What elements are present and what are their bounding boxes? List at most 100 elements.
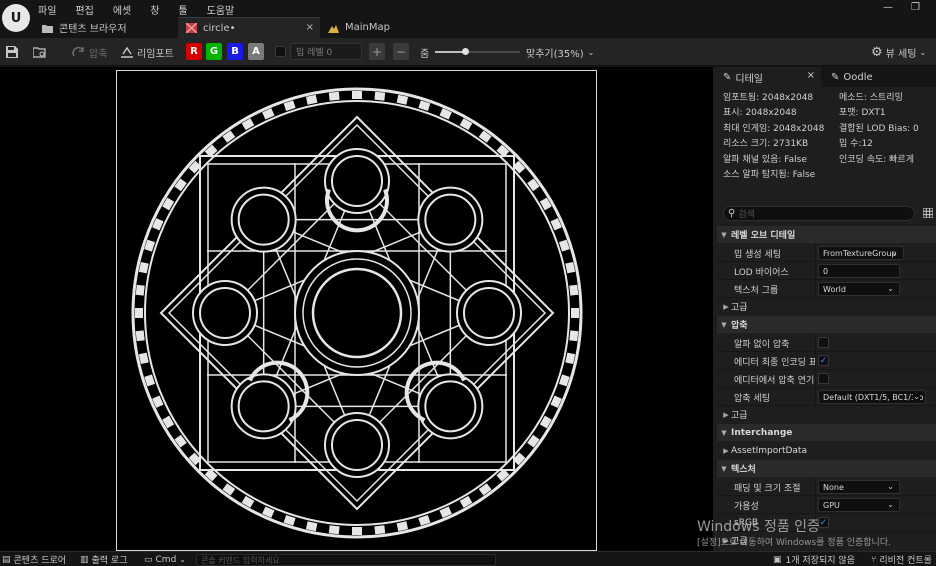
availability-dropdown[interactable]: GPU ⌄ [818, 498, 900, 512]
section-texture[interactable]: ▼ 텍스처 [717, 460, 936, 477]
mip-increase-button[interactable]: + [369, 43, 385, 60]
editor-defer-checkbox[interactable] [818, 373, 829, 384]
section-compression-label: 압축 [731, 321, 748, 331]
revision-control-button[interactable]: ⑂ 리비전 컨트롤 [871, 552, 932, 566]
revision-label: 리비전 컨트롤 [879, 556, 932, 566]
prop-editor-show-final: 에디터 최종 인코딩 표시 ✓ [717, 352, 936, 370]
dropdown-value: FromTextureGroup [823, 248, 897, 258]
pencil-icon: ✎ [723, 71, 732, 83]
mip-level-checkbox[interactable] [275, 46, 286, 57]
section-asset-import-data[interactable]: ▶ AssetImportData [717, 442, 936, 459]
tab-label: circle• [203, 22, 236, 34]
divider [815, 280, 816, 298]
search-placeholder: 검색 [738, 210, 755, 220]
texture-preview [116, 70, 597, 551]
browse-icon[interactable] [33, 46, 47, 58]
tab-oodle[interactable]: ✎ Oodle [825, 67, 935, 87]
section-lod-advanced[interactable]: ▶ 고급 [717, 298, 936, 315]
section-label: 고급 [731, 303, 748, 313]
menu-asset[interactable]: 에셋 [113, 2, 141, 17]
menu-edit[interactable]: 편집 [75, 2, 103, 17]
node-ring [230, 186, 297, 253]
texture-info: 임포트됨: 2048x2048 표시: 2048x2048 최대 인게임: 20… [717, 87, 936, 187]
dropdown-value: None [823, 482, 844, 492]
info-source-alpha: 소스 알파 탐지됨: False [723, 170, 816, 180]
prop-label: 패딩 및 크기 조절 [734, 483, 801, 494]
unreal-logo-icon[interactable]: U [2, 4, 30, 32]
zoom-fit-label: 맞추기(35%) [526, 48, 584, 60]
drawer-icon: ▤ [2, 554, 11, 565]
green-channel-toggle[interactable]: G [206, 43, 222, 60]
zoom-slider-thumb[interactable] [461, 48, 469, 55]
blue-channel-toggle[interactable]: B [227, 43, 243, 60]
section-compression[interactable]: ▼ 압축 [717, 316, 936, 333]
ring-segment [135, 330, 145, 342]
texture-group-dropdown[interactable]: World ⌄ [818, 282, 900, 296]
tab-label: MainMap [345, 22, 390, 33]
save-icon[interactable] [6, 46, 18, 58]
menu-file[interactable]: 파일 [38, 2, 66, 17]
zoom-slider[interactable] [435, 48, 520, 55]
section-lod-label: 레벨 오브 디테일 [731, 231, 796, 241]
menu-window[interactable]: 창 [150, 2, 169, 17]
tab-content-browser[interactable]: 콘텐츠 브라우저 [34, 17, 178, 38]
compress-button[interactable]: 압축 [72, 38, 107, 66]
section-interchange[interactable]: ▼ Interchange [717, 424, 936, 441]
close-icon[interactable]: × [306, 22, 314, 33]
ring-segment [138, 261, 149, 274]
minimize-icon[interactable]: — [883, 2, 893, 13]
prop-label: 텍스처 그룹 [734, 285, 779, 296]
node-ring [324, 148, 390, 214]
section-lod[interactable]: ▼ 레벨 오브 디테일 [717, 226, 936, 243]
mip-level-label: 밉 레벨 0 [296, 48, 333, 58]
editor-show-final-checkbox[interactable]: ✓ [818, 355, 829, 366]
tab-details[interactable]: ✎ 디테일 × [717, 67, 821, 87]
collapsed-arrow-icon: ▶ [723, 302, 729, 311]
console-input[interactable]: 콘솔 커맨드 입력하세요 [196, 554, 496, 566]
alpha-uncompressed-checkbox[interactable] [818, 337, 829, 348]
close-icon[interactable]: × [807, 70, 815, 81]
zoom-slider-fill [435, 51, 465, 53]
chevron-down-icon: ⌄ [887, 284, 894, 293]
reimport-button[interactable]: 리임포트 [120, 38, 174, 66]
details-panel-tabs: ✎ 디테일 × ✎ Oodle [717, 67, 936, 87]
ring-segment [374, 525, 386, 535]
red-channel-toggle[interactable]: R [186, 43, 202, 60]
console-icon: ▭ [144, 554, 153, 565]
unsaved-button[interactable]: ▣ 1개 저장되지 않음 [773, 552, 855, 566]
texture-viewport[interactable] [0, 67, 713, 551]
cmd-dropdown[interactable]: ▭ Cmd ⌄ [144, 552, 186, 566]
chevron-down-icon: ⌄ [887, 500, 894, 509]
info-lod-bias: 결합된 LOD Bias: 0 [839, 124, 919, 134]
expanded-arrow-icon: ▼ [721, 230, 727, 239]
ring-segment [569, 284, 579, 296]
details-search-input[interactable]: ⚲ 검색 [723, 206, 915, 221]
menu-tools[interactable]: 툴 [178, 2, 197, 17]
section-compression-advanced[interactable]: ▶ 고급 [717, 406, 936, 423]
search-icon: ⚲ [728, 208, 736, 219]
mip-decrease-button[interactable]: − [393, 43, 409, 60]
dropdown-value: World [823, 284, 846, 294]
content-drawer-button[interactable]: ▤ 콘텐츠 드로어 [2, 552, 66, 566]
output-log-button[interactable]: ▥ 출력 로그 [80, 552, 128, 566]
prop-availability: 가용성 GPU ⌄ [717, 496, 936, 514]
lod-bias-input[interactable]: 0 [818, 264, 900, 278]
ring-segment [328, 525, 340, 535]
view-settings-button[interactable]: ⚙ 뷰 세팅 ⌄ [871, 38, 926, 66]
zoom-fit-dropdown[interactable]: 맞추기(35%) ⌄ [526, 38, 594, 66]
compression-settings-dropdown[interactable]: Default (DXT1/5, BC1/3 o ⌄ [818, 390, 926, 404]
restore-icon[interactable]: ❐ [911, 2, 920, 13]
info-imported: 임포트됨: 2048x2048 [723, 93, 814, 103]
power-of-two-dropdown[interactable]: None ⌄ [818, 480, 900, 494]
unsaved-label: 1개 저장되지 않음 [785, 556, 855, 566]
alpha-channel-toggle[interactable]: A [248, 43, 264, 60]
grid-view-icon[interactable] [923, 208, 933, 218]
menu-bar: 파일 편집 에셋 창 툴 도움말 [38, 2, 253, 17]
node-ring [456, 280, 522, 346]
mip-gen-dropdown[interactable]: FromTextureGroup ⌄ [818, 246, 904, 260]
tab-mainmap[interactable]: MainMap [320, 17, 440, 38]
level-icon [328, 24, 339, 33]
menu-help[interactable]: 도움말 [207, 2, 245, 17]
tab-circle[interactable]: circle• × [178, 17, 320, 38]
mip-level-field[interactable]: 밉 레벨 0 [290, 43, 362, 60]
